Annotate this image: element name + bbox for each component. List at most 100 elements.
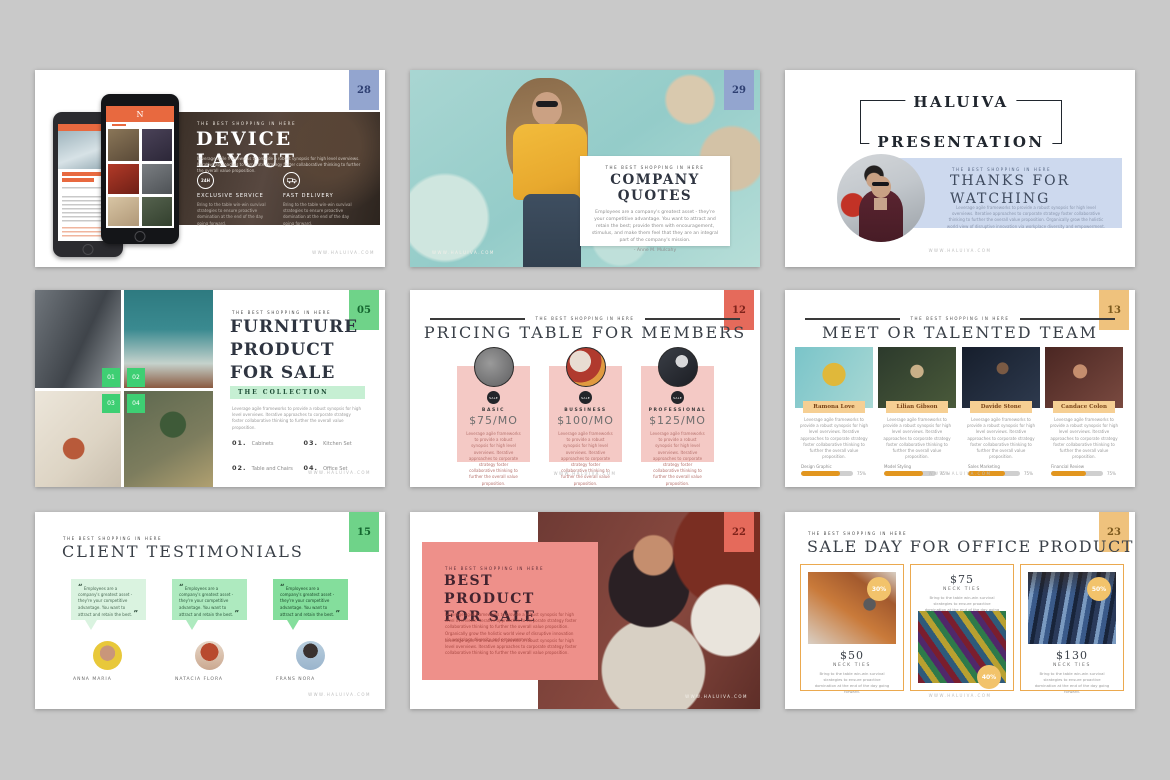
quote-close-icon: ” [134,608,139,618]
collection-band: THE COLLECTION [230,386,365,399]
product-name: NECK TIES [801,663,903,668]
slide-best-product[interactable]: 22 THE BEST SHOPPING IN HERE BEST PRODUC… [410,512,760,709]
bubble-tail [186,620,198,630]
presentation-thumbnail-grid: 28 THE BEST SHOPPING IN HERE DEVICE LAYO… [0,0,1170,780]
home-button [135,231,146,242]
member-name-banner: Lilian Gibson [886,401,948,413]
member-name: Lilian Gibson [896,404,937,410]
quote-text: Employees are a company's greatest asset… [591,209,719,245]
client-name: ANNA MARIA [73,677,143,682]
slide-sale-day[interactable]: 23 THE BEST SHOPPING IN HERE SALE DAY FO… [785,512,1135,709]
item-number: 03. [304,439,319,447]
slide-team[interactable]: 13 THE BEST SHOPPING IN HERE MEET OR TAL… [785,290,1135,487]
member-bio: Leverage agile frameworks to provide a r… [882,417,952,460]
phone-screen-gallery: N [106,106,174,228]
member-name: Candace Colon [1061,404,1107,410]
quote-open-icon: “ [179,582,184,592]
slide-body-text: Leverage agile frameworks to provide a r… [945,205,1107,230]
quote-card: THE BEST SHOPPING IN HERE COMPANY QUOTES… [580,156,730,246]
skill-label: Model Styling [884,464,956,469]
slide-thanks-for-watching[interactable]: HALUIVA PRESENTATION THE BEST SHOPPING I… [785,70,1135,267]
gallery-tile [108,129,139,161]
furniture-item-list: 01. Cabinets 02. Table and Chairs 03. Ki… [232,430,367,474]
sale-badge-icon: SALE [579,391,592,404]
website-footer: WWW.HALUIVA.COM [410,471,760,476]
slide-number: 13 [1107,305,1121,316]
slide-device-layout[interactable]: 28 THE BEST SHOPPING IN HERE DEVICE LAYO… [35,70,385,267]
member-name-banner: Davide Stone [970,401,1032,413]
plan-tier: BUSSINESS [549,408,622,413]
quote-close-icon: ” [235,608,240,618]
gallery-tile [142,164,172,194]
plan-tier: PROFESSIONAL [641,408,714,413]
quote-open-icon: “ [78,582,83,592]
product-price: $130 [1021,649,1123,662]
plan-card-professional: SALE PROFESSIONAL $125/MO Leverage agile… [641,366,714,462]
slide-number-badge: 29 [724,70,754,110]
plan-card-basic: SALE BASIC $75/MO Leverage agile framewo… [457,366,530,462]
skill-label: Sales Marketing [968,464,1040,469]
photo-tag-04: 04 [127,394,145,413]
plan-text: Leverage agile frameworks to provide a r… [558,431,614,487]
slide-body-paragraph-2: Leverage agile frameworks to provide a r… [445,638,577,657]
slide-tagline: THE BEST SHOPPING IN HERE [808,531,907,536]
device-layout-photo-panel: THE BEST SHOPPING IN HERE DEVICE LAYOUT … [175,112,380,225]
testimonial-bubble: “ Employees are a company's greatest ass… [172,579,247,620]
feature-label: EXCLUSIVE SERVICE [197,193,275,199]
24h-service-icon: 24H [197,172,214,189]
plan-photo [658,347,698,387]
product-card: 30% $50 NECK TIES Bring to the table win… [800,564,904,691]
gallery-tile [108,197,139,226]
testimonial-bubble: “ Employees are a company's greatest ass… [71,579,146,620]
slide-body-text: Leverage agile frameworks to provide a r… [232,406,362,431]
member-name: Ramona Love [813,404,854,410]
slide-number: 12 [732,305,746,316]
app-logo: N [137,110,144,119]
feature-exclusive-service: 24H EXCLUSIVE SERVICE Bring to the table… [197,172,275,227]
photo-tag-02: 02 [127,368,145,387]
plan-photo [474,347,514,387]
face [871,176,891,198]
badge-label: SALE [581,396,590,400]
slide-furniture-product[interactable]: 05 01 02 03 04 THE BEST SHOPPING IN HERE… [35,290,385,487]
slide-number-badge: 22 [724,512,754,552]
plan-photo [566,347,606,387]
scarf [874,198,887,210]
website-footer: WWW.HALUIVA.COM [785,693,1135,698]
slide-tagline: THE BEST SHOPPING IN HERE [785,316,1135,321]
slide-testimonials[interactable]: 15 THE BEST SHOPPING IN HERE CLIENT TEST… [35,512,385,709]
member-name-banner: Candace Colon [1053,401,1115,413]
team-member-card: Candace Colon Leverage agile frameworks … [1045,347,1123,476]
product-card: 50% $130 NECK TIES Bring to the table wi… [1020,564,1124,691]
slide-number-badge: 15 [349,512,379,552]
plan-price: $100/MO [549,414,622,427]
photo-tag-label: 01 [107,374,115,381]
sunglasses [872,182,889,186]
list-item: 02. Table and Chairs [232,455,296,474]
gallery-tile [142,197,172,226]
website-footer: WWW.HALUIVA.COM [785,471,1135,476]
sunglasses [536,101,558,107]
client-avatar [93,641,122,670]
badge-label: SALE [489,396,498,400]
testimonial-text: “ Employees are a company's greatest ass… [172,579,247,618]
item-number: 01. [232,439,247,447]
slide-title: COMPANY QUOTES [580,172,730,204]
slide-tagline: THE BEST SHOPPING IN HERE [232,310,331,315]
slide-number: 28 [357,85,371,96]
slide-tagline: THE BEST SHOPPING IN HERE [410,316,760,321]
slide-pricing-table[interactable]: 12 THE BEST SHOPPING IN HERE PRICING TAB… [410,290,760,487]
website-footer: WWW.HALUIVA.COM [785,248,1135,253]
slide-title: MEET OR TALENTED TEAM [785,323,1135,342]
team-member-card: Lilian Gibson Leverage agile frameworks … [878,347,956,476]
woman-face [532,92,562,126]
slide-number: 22 [732,527,746,538]
quote-attribution: - Anne M. Mulcahy [580,247,730,254]
discount-label: 40% [982,674,996,681]
tab-indicator [112,124,126,126]
discount-badge: 40% [977,665,1001,689]
slide-company-quotes[interactable]: THE BEST SHOPPING IN HERE COMPANY QUOTES… [410,70,760,267]
skill-label: Financial Review [1051,464,1123,469]
badge-label: SALE [673,396,682,400]
testimonial-text: “ Employees are a company's greatest ass… [71,579,146,618]
